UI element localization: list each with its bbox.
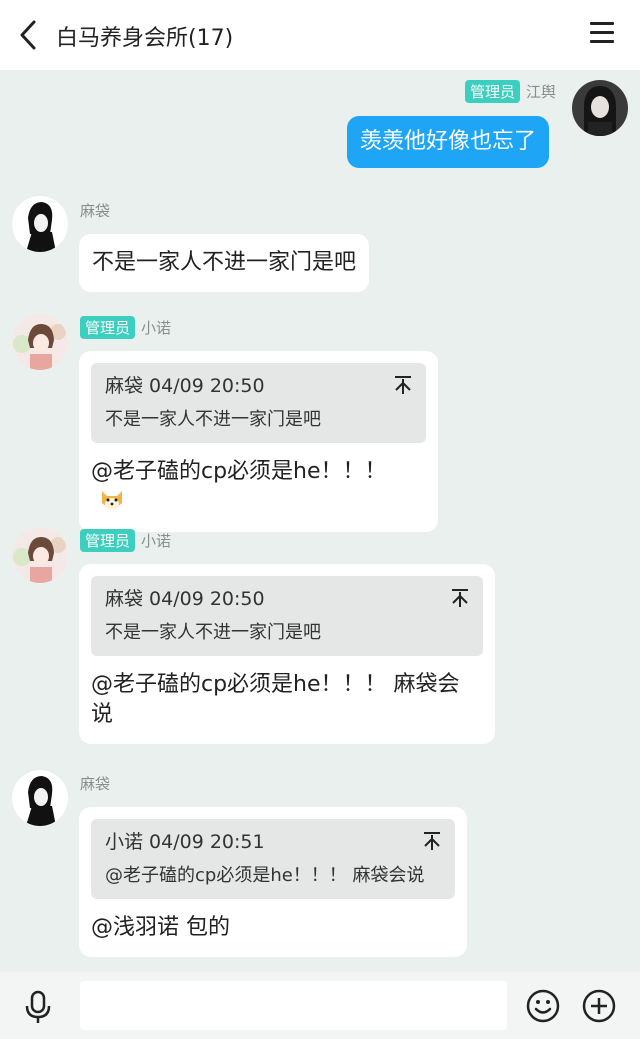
sender-name: 麻袋 xyxy=(80,202,111,220)
menu-icon xyxy=(590,22,614,43)
quote-text: @老子磕的cp必须是he！！！ 麻袋会说 xyxy=(105,865,425,886)
message-input[interactable] xyxy=(80,981,507,1030)
quote-meta: 小诺 04/09 20:51 xyxy=(105,831,265,853)
voice-button[interactable] xyxy=(24,990,52,1024)
shiba-emoji xyxy=(102,491,122,510)
sender-row: 管理员 江舆 xyxy=(464,80,556,103)
admin-badge: 管理员 xyxy=(80,529,136,552)
message-text: 不是一家人不进一家门是吧 xyxy=(92,250,357,275)
message-text-line: 说 xyxy=(91,702,114,727)
sender-row: 管理员 小诺 xyxy=(80,529,171,552)
sender-row: 管理员 小诺 xyxy=(80,316,171,339)
message-text: @老子磕的cp必须是he！！！ xyxy=(91,457,426,518)
message-text-content: @老子磕的cp必须是he！！！ xyxy=(91,459,387,484)
avatar[interactable] xyxy=(12,527,68,583)
quoted-message[interactable]: 小诺 04/09 20:51 @老子磕的cp必须是he！！！ 麻袋会说 xyxy=(91,819,455,899)
plus-circle-icon xyxy=(582,989,616,1023)
smiley-icon xyxy=(526,989,560,1023)
back-button[interactable] xyxy=(14,18,44,52)
reply-bubble[interactable]: 麻袋 04/09 20:50 不是一家人不进一家门是吧 @老子磕的cp必须是he… xyxy=(79,564,495,744)
microphone-icon xyxy=(25,990,51,1023)
pin-icon[interactable] xyxy=(394,375,412,395)
chevron-left-icon xyxy=(20,20,36,50)
emoji-button[interactable] xyxy=(526,989,560,1023)
admin-badge: 管理员 xyxy=(80,316,136,339)
avatar[interactable] xyxy=(12,314,68,370)
message-bubble[interactable]: 不是一家人不进一家门是吧 xyxy=(79,234,370,292)
menu-button[interactable] xyxy=(590,22,614,44)
sender-name: 小诺 xyxy=(141,319,172,337)
chat-title: 白马养身会所(17) xyxy=(56,26,234,51)
quote-meta: 麻袋 04/09 20:50 xyxy=(105,588,265,610)
chat-header: 白马养身会所(17) xyxy=(0,0,640,70)
avatar[interactable] xyxy=(572,80,628,136)
sender-row: 麻袋 xyxy=(80,200,110,221)
pin-icon[interactable] xyxy=(423,831,441,851)
quote-text: 不是一家人不进一家门是吧 xyxy=(105,409,321,430)
quote-text: 不是一家人不进一家门是吧 xyxy=(105,622,321,643)
message-bubble[interactable]: 羡羡他好像也忘了 xyxy=(347,116,550,168)
quoted-message[interactable]: 麻袋 04/09 20:50 不是一家人不进一家门是吧 xyxy=(91,363,426,443)
reply-bubble[interactable]: 麻袋 04/09 20:50 不是一家人不进一家门是吧 @老子磕的cp必须是he… xyxy=(79,351,438,532)
quote-meta: 麻袋 04/09 20:50 xyxy=(105,375,265,397)
message-text: @老子磕的cp必须是he！！！ 麻袋会 说 xyxy=(91,670,483,730)
more-button[interactable] xyxy=(582,989,616,1023)
sender-row: 麻袋 xyxy=(80,773,110,794)
avatar[interactable] xyxy=(12,770,68,826)
avatar[interactable] xyxy=(12,196,68,252)
admin-badge: 管理员 xyxy=(464,80,520,103)
sender-name: 麻袋 xyxy=(80,775,111,793)
reply-bubble[interactable]: 小诺 04/09 20:51 @老子磕的cp必须是he！！！ 麻袋会说 @浅羽诺… xyxy=(79,807,467,957)
message-text: @浅羽诺 包的 xyxy=(91,913,455,943)
sender-name: 江舆 xyxy=(525,83,556,101)
message-text-line: @老子磕的cp必须是he！！！ 麻袋会 xyxy=(91,672,460,697)
message-text-content: @浅羽诺 包的 xyxy=(91,915,230,940)
message-text: 羡羡他好像也忘了 xyxy=(360,129,537,154)
quoted-message[interactable]: 麻袋 04/09 20:50 不是一家人不进一家门是吧 xyxy=(91,576,483,656)
pin-icon[interactable] xyxy=(451,588,469,608)
sender-name: 小诺 xyxy=(141,532,172,550)
